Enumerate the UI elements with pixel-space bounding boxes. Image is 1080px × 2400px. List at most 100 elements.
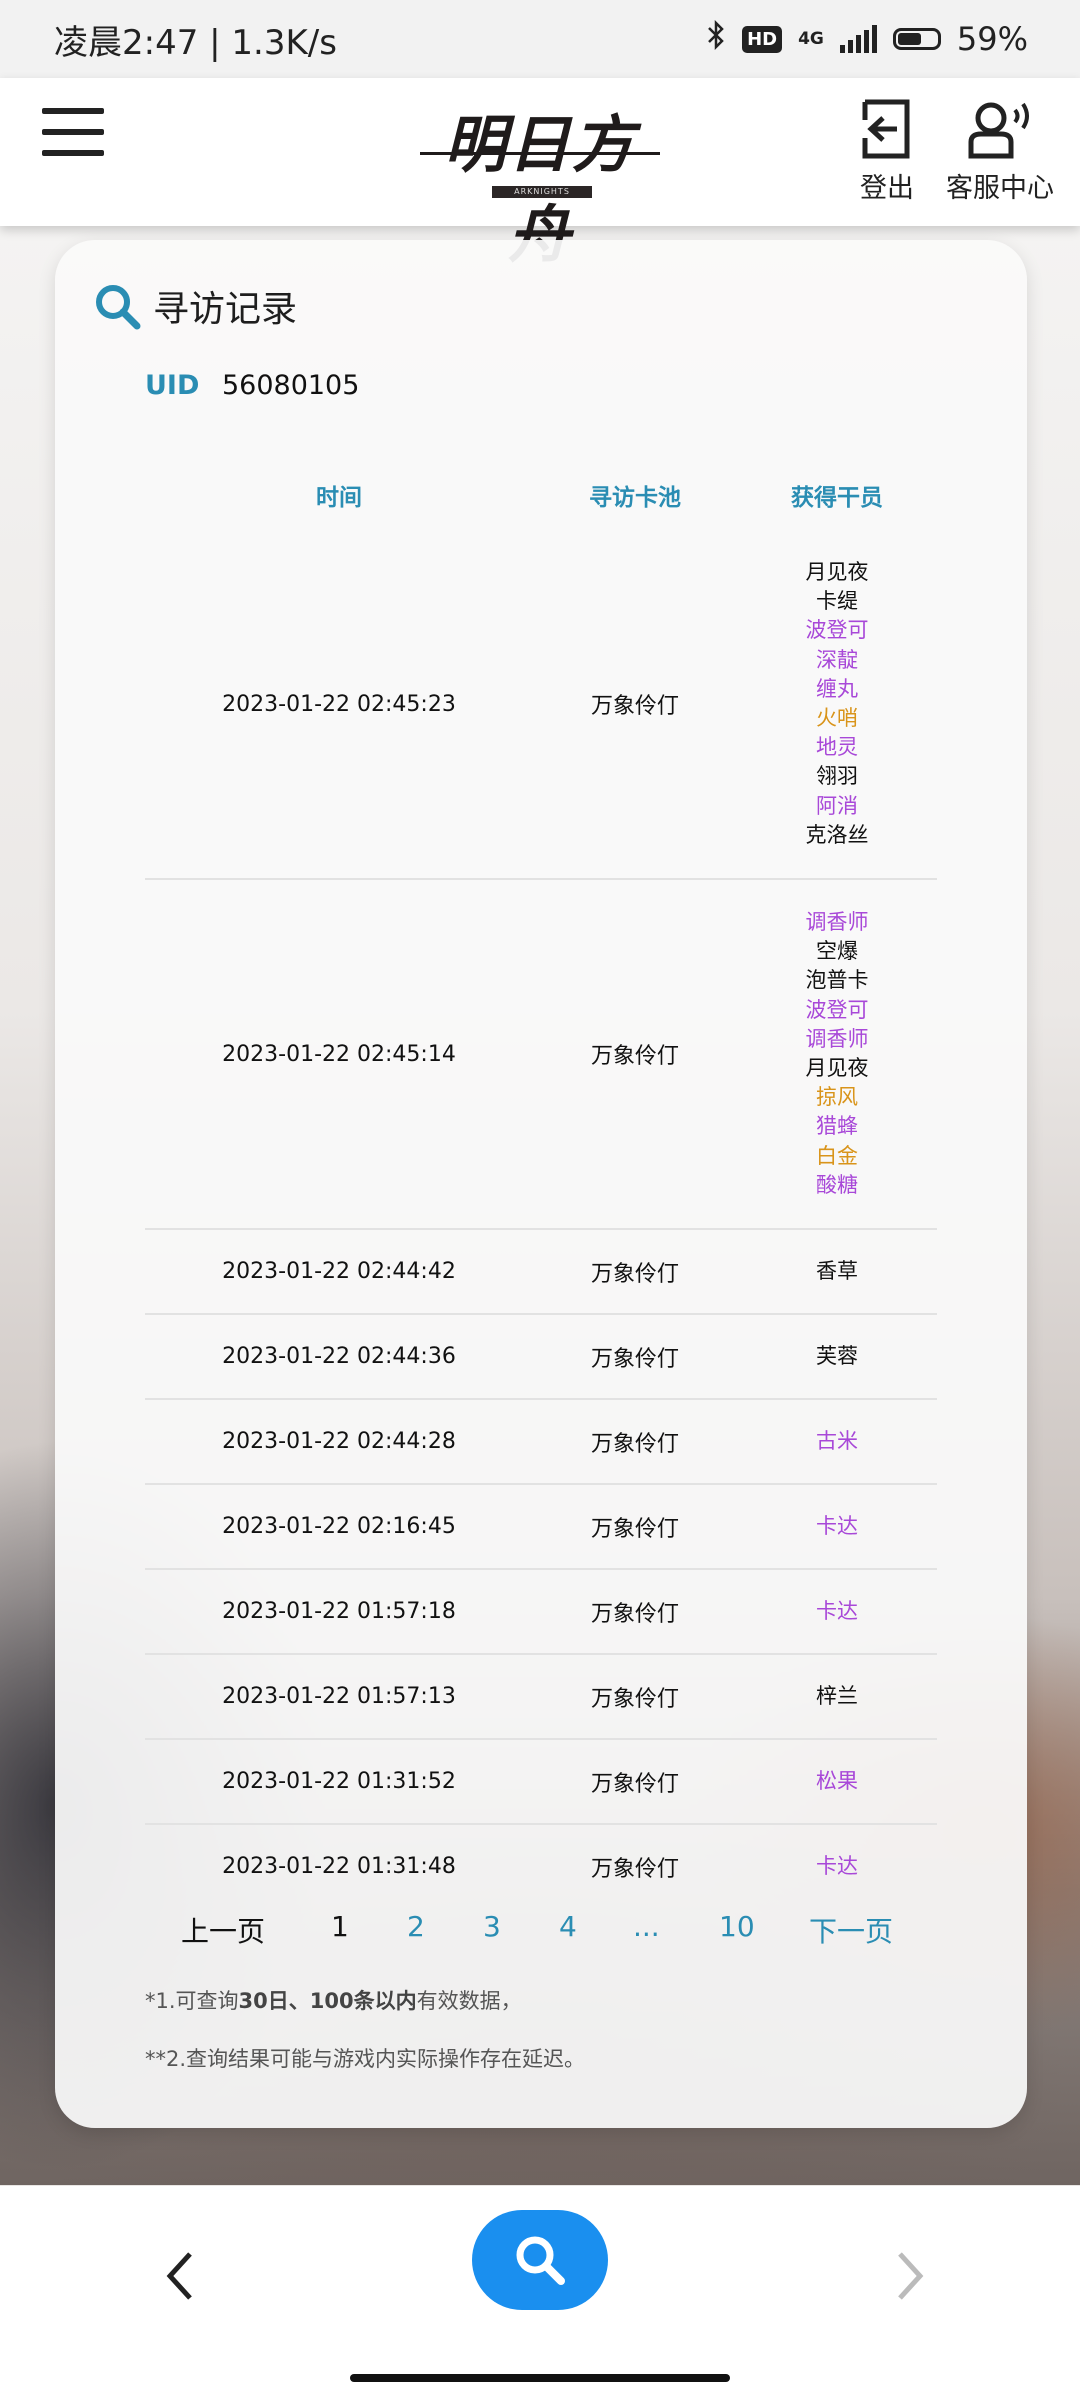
row-time: 2023-01-22 01:31:52 bbox=[222, 1769, 456, 1794]
row-time: 2023-01-22 01:57:18 bbox=[222, 1599, 456, 1624]
table-row: 2023-01-22 01:31:48 万象伶仃 卡达 bbox=[145, 1825, 937, 1908]
operator-name: 卡达 bbox=[816, 1853, 858, 1878]
record-table: 时间 寻访卡池 获得干员 2023-01-22 02:45:23 万象伶仃 月见夜卡… bbox=[145, 460, 937, 1908]
row-pool: 万象伶仃 bbox=[590, 1771, 679, 1797]
battery-icon bbox=[892, 28, 941, 50]
row-operators: 松果 bbox=[737, 1767, 937, 1796]
forward-arrow-icon[interactable] bbox=[880, 2236, 940, 2316]
table-row: 2023-01-22 01:57:13 万象伶仃 梓兰 bbox=[145, 1655, 937, 1740]
search-icon bbox=[96, 285, 141, 330]
hd-badge: HD bbox=[742, 25, 783, 53]
table-body: 2023-01-22 02:45:23 万象伶仃 月见夜 卡缇 波登可 深靛 缠丸 火哨 地灵翎… bbox=[145, 530, 937, 1908]
operator-name: 月见夜 bbox=[805, 1056, 869, 1080]
page-link-2[interactable]: 2 bbox=[407, 1910, 425, 1943]
row-time: 2023-01-22 02:44:28 bbox=[222, 1429, 456, 1454]
row-time: 2023-01-22 01:57:13 bbox=[222, 1684, 456, 1709]
bluetooth-icon bbox=[706, 19, 726, 58]
row-operators: 月见夜 卡缇 波登可 深靛 缠丸 火哨 地灵 翎羽 阿消 克洛丝 bbox=[737, 558, 937, 850]
operator-name: 白金 bbox=[816, 1143, 858, 1168]
header-operators: 获得干员 bbox=[791, 485, 883, 511]
operator-name: 卡达 bbox=[816, 1513, 858, 1538]
logout-button[interactable]: 登出 bbox=[857, 98, 917, 205]
row-pool: 万象伶仃 bbox=[590, 1516, 679, 1542]
arknights-logo: 明日方舟 ARKNIGHTS bbox=[420, 94, 660, 271]
operator-name: 翎羽 bbox=[816, 764, 858, 789]
operator-name: 地灵 bbox=[816, 735, 858, 760]
header-time: 时间 bbox=[316, 485, 362, 511]
page-link-4[interactable]: 4 bbox=[559, 1910, 577, 1943]
operator-name: 火哨 bbox=[816, 706, 858, 730]
operator-name: 梓兰 bbox=[816, 1683, 858, 1708]
operator-name: 缠丸 bbox=[816, 676, 858, 701]
customer-service-label: 客服中心 bbox=[946, 173, 1054, 204]
row-pool: 万象伶仃 bbox=[590, 1044, 679, 1069]
operator-name: 深靛 bbox=[816, 647, 858, 672]
uid-label: UID bbox=[145, 370, 200, 401]
page-ellipsis[interactable]: ... bbox=[633, 1910, 660, 1943]
status-icons: HD 4G 59% bbox=[706, 19, 1028, 58]
status-bar: 凌晨2:47 | 1.3K/s HD 4G 59% bbox=[0, 0, 1080, 78]
card-title-text: 寻访记录 bbox=[153, 289, 298, 330]
uid-value: 56080105 bbox=[221, 370, 360, 401]
next-page-link[interactable]: 下一页 bbox=[809, 1910, 893, 1950]
search-icon bbox=[516, 2236, 565, 2285]
app-header: 明日方舟 ARKNIGHTS 登出 客服中心 bbox=[0, 78, 1080, 271]
bottom-nav bbox=[0, 2186, 1080, 2400]
logo-subtitle: ARKNIGHTS bbox=[492, 186, 592, 198]
card-title: 寻访记录 bbox=[93, 280, 297, 332]
operator-name: 波登可 bbox=[805, 997, 869, 1022]
row-operators: 香草 bbox=[737, 1257, 937, 1286]
operator-name: 空爆 bbox=[816, 939, 858, 964]
search-button[interactable] bbox=[472, 2210, 608, 2310]
row-time: 2023-01-22 02:45:14 bbox=[222, 1041, 456, 1067]
operator-name: 波登可 bbox=[805, 618, 869, 643]
table-row: 2023-01-22 02:44:42 万象伶仃 香草 bbox=[145, 1230, 937, 1315]
table-row: 2023-01-22 01:57:18 万象伶仃 卡达 bbox=[145, 1570, 937, 1655]
table-header: 时间 寻访卡池 获得干员 bbox=[145, 460, 937, 530]
operator-name: 调香师 bbox=[805, 1026, 869, 1051]
row-pool: 万象伶仃 bbox=[590, 1346, 679, 1372]
note-1: *1.可查询30日、100条以内有效数据， bbox=[145, 1989, 522, 2013]
row-time: 2023-01-22 02:44:42 bbox=[222, 1259, 456, 1284]
customer-service-button[interactable]: 客服中心 bbox=[946, 98, 1054, 205]
operator-name: 卡达 bbox=[816, 1598, 858, 1623]
uid-row: UID 56080105 bbox=[145, 370, 359, 401]
row-operators: 调香师 空爆 泡普卡 波登可 调香师 月见夜 掠风 猎蜂 白金 酸糖 bbox=[737, 908, 937, 1200]
prev-page-link[interactable]: 上一页 bbox=[181, 1910, 265, 1950]
logout-label: 登出 bbox=[860, 173, 914, 204]
table-row: 2023-01-22 01:31:52 万象伶仃 松果 bbox=[145, 1740, 937, 1825]
operator-name: 猎蜂 bbox=[816, 1114, 858, 1139]
operator-name: 芙蓉 bbox=[816, 1343, 858, 1368]
gacha-record-card: 寻访记录 UID 56080105 时间 寻访卡池 获得干员 2023-01-2… bbox=[55, 240, 1027, 2128]
row-pool: 万象伶仃 bbox=[590, 694, 679, 719]
signal-icon bbox=[839, 25, 877, 53]
row-time: 2023-01-22 02:45:23 bbox=[222, 691, 456, 717]
operator-name: 掠风 bbox=[816, 1085, 858, 1110]
operator-name: 酸糖 bbox=[816, 1172, 858, 1197]
home-indicator[interactable] bbox=[350, 2374, 730, 2382]
row-time: 2023-01-22 02:16:45 bbox=[222, 1514, 456, 1539]
current-page: 1 bbox=[331, 1910, 349, 1943]
page-link-3[interactable]: 3 bbox=[483, 1910, 501, 1943]
row-pool: 万象伶仃 bbox=[590, 1686, 679, 1712]
back-arrow-icon[interactable] bbox=[150, 2236, 210, 2316]
note-2: **2.查询结果可能与游戏内实际操作存在延迟。 bbox=[145, 2047, 586, 2071]
row-operators: 芙蓉 bbox=[737, 1342, 937, 1371]
row-pool: 万象伶仃 bbox=[590, 1601, 679, 1627]
row-operators: 卡达 bbox=[737, 1597, 937, 1626]
battery-level: 59% bbox=[956, 20, 1028, 58]
row-time: 2023-01-22 02:44:36 bbox=[222, 1344, 456, 1369]
table-row: 2023-01-22 02:44:36 万象伶仃 芙蓉 bbox=[145, 1315, 937, 1400]
row-operators: 卡达 bbox=[737, 1512, 937, 1541]
operator-name: 月见夜 bbox=[805, 559, 869, 584]
row-pool: 万象伶仃 bbox=[590, 1856, 679, 1882]
row-pool: 万象伶仃 bbox=[590, 1431, 679, 1457]
customer-service-icon bbox=[968, 102, 1029, 159]
page-link-10[interactable]: 10 bbox=[719, 1910, 755, 1943]
row-operators: 梓兰 bbox=[737, 1682, 937, 1711]
hamburger-menu-icon[interactable] bbox=[42, 108, 104, 158]
operator-name: 调香师 bbox=[805, 909, 869, 934]
logout-icon bbox=[862, 99, 910, 159]
operator-name: 松果 bbox=[816, 1768, 858, 1793]
operator-name: 阿消 bbox=[816, 793, 858, 818]
